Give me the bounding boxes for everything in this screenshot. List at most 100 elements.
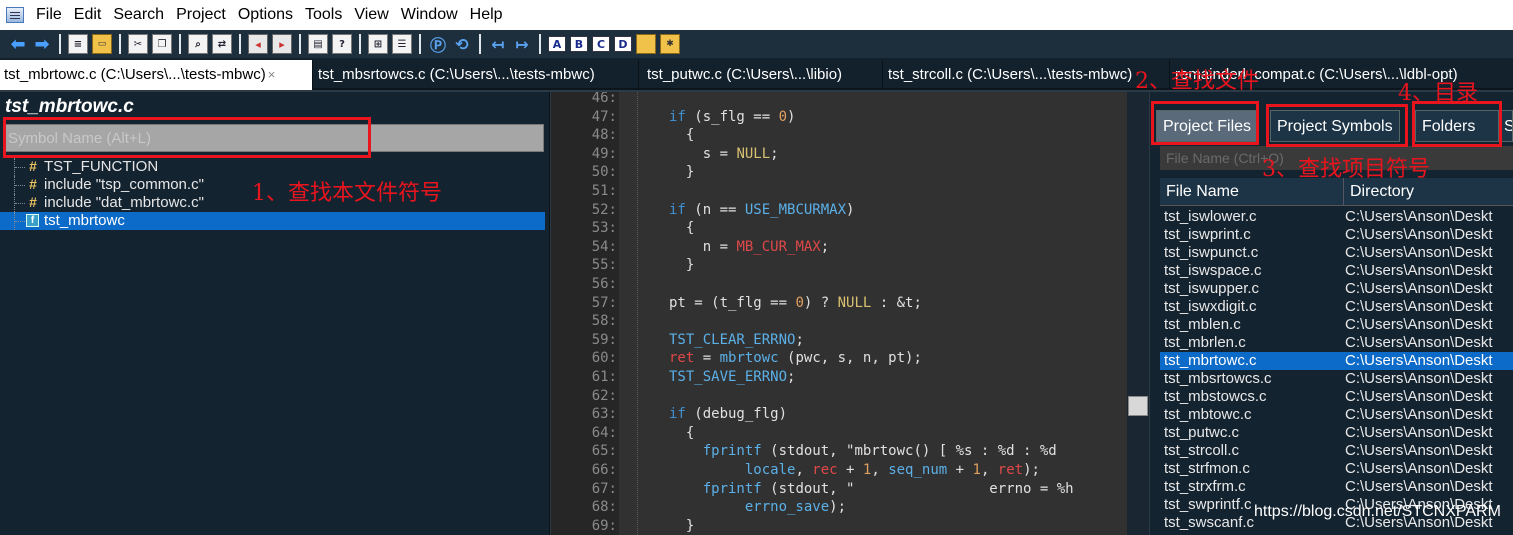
- file-row[interactable]: tst_strxfrm.c C:\Users\Anson\Deskt: [1160, 478, 1513, 496]
- file-directory: C:\Users\Anson\Deskt: [1345, 244, 1493, 261]
- file-directory: C:\Users\Anson\Deskt: [1345, 442, 1493, 459]
- bookmark-a-icon[interactable]: A: [548, 36, 566, 52]
- menu-tools[interactable]: Tools: [299, 0, 348, 30]
- tab-tst-mbrtowc[interactable]: tst_mbrtowc.c (C:\Users\...\tests-mbwc) ×: [0, 60, 313, 90]
- bookmark-next-icon[interactable]: ▸: [272, 34, 292, 54]
- code-line: 58:: [551, 312, 1127, 331]
- code-text: {: [669, 424, 695, 441]
- menu-window[interactable]: Window: [395, 0, 464, 30]
- file-row[interactable]: tst_strfmon.c C:\Users\Anson\Deskt: [1160, 460, 1513, 478]
- file-row[interactable]: tst_mblen.c C:\Users\Anson\Deskt: [1160, 316, 1513, 334]
- line-number: 54:: [591, 238, 617, 255]
- sync-icon[interactable]: ⟲: [452, 34, 472, 54]
- symbol-panel: tst_mbrtowc.c Symbol Name (Alt+L) # TST_F…: [0, 92, 550, 535]
- tab-tst-strcoll[interactable]: tst_strcoll.c (C:\Users\...\tests-mbwc): [884, 60, 1170, 90]
- help-icon[interactable]: ?: [332, 34, 352, 54]
- bookmark-c-icon[interactable]: C: [592, 36, 610, 52]
- code-text: }: [669, 257, 695, 274]
- menu-search[interactable]: Search: [107, 0, 170, 30]
- menu-project[interactable]: Project: [170, 0, 232, 30]
- forward-icon[interactable]: ➡: [32, 34, 52, 55]
- line-number: 52:: [591, 201, 617, 218]
- line-number: 48:: [591, 127, 617, 144]
- indent-right-icon[interactable]: ↦: [512, 34, 532, 54]
- symbol-item[interactable]: # TST_FUNCTION: [0, 158, 545, 176]
- find-icon[interactable]: ⌕: [188, 34, 208, 54]
- file-row[interactable]: tst_mbrlen.c C:\Users\Anson\Deskt: [1160, 334, 1513, 352]
- bookmark-d-icon[interactable]: D: [614, 36, 632, 52]
- file-name: tst_swprintf.c: [1164, 496, 1252, 513]
- code-text: errno_save);: [744, 499, 847, 516]
- code-line: 46:: [551, 92, 1127, 108]
- code-line: 61: TST_SAVE_ERRNO;: [551, 368, 1127, 387]
- line-number: 69:: [591, 517, 617, 534]
- bookmark-b-icon[interactable]: B: [570, 36, 588, 52]
- menu-edit[interactable]: Edit: [68, 0, 108, 30]
- tab-label: tst_putwc.c (C:\Users\...\libio): [647, 66, 843, 83]
- symbol-window-icon[interactable]: ▤: [308, 34, 328, 54]
- hash-icon: #: [29, 176, 37, 192]
- file-row[interactable]: tst_iswprint.c C:\Users\Anson\Deskt: [1160, 226, 1513, 244]
- line-number: 47:: [591, 108, 617, 125]
- cut-icon[interactable]: ✂: [128, 34, 148, 54]
- line-number: 67:: [591, 480, 617, 497]
- symbol-label: include "dat_mbrtowc.c": [44, 194, 204, 211]
- code-text: {: [669, 220, 695, 237]
- tab-tst-putwc[interactable]: tst_putwc.c (C:\Users\...\libio): [643, 60, 883, 90]
- file-row[interactable]: tst_mbrtowc.c C:\Users\Anson\Deskt: [1160, 352, 1513, 370]
- tree-connector: [14, 194, 25, 212]
- file-row[interactable]: tst_iswpunct.c C:\Users\Anson\Deskt: [1160, 244, 1513, 262]
- file-row[interactable]: tst_iswlower.c C:\Users\Anson\Deskt: [1160, 208, 1513, 226]
- replace-icon[interactable]: ⇄: [212, 34, 232, 54]
- layout-split-icon[interactable]: ⊞: [368, 34, 388, 54]
- tab-tst-mbsrtowcs[interactable]: tst_mbsrtowcs.c (C:\Users\...\tests-mbwc…: [314, 60, 639, 90]
- code-text: fprintf (stdout, "mbrtowc() [ %s : %d : …: [702, 443, 1057, 460]
- toolbar-separator: [359, 34, 361, 54]
- open-folder-icon[interactable]: ▭: [92, 34, 112, 54]
- back-icon[interactable]: ⬅: [8, 34, 28, 55]
- new-file-icon[interactable]: ≡: [68, 34, 88, 54]
- line-number: 58:: [591, 313, 617, 330]
- file-row[interactable]: tst_strcoll.c C:\Users\Anson\Deskt: [1160, 442, 1513, 460]
- menu-help[interactable]: Help: [464, 0, 509, 30]
- close-icon[interactable]: ×: [268, 67, 276, 82]
- code-text: TST_CLEAR_ERRNO;: [669, 331, 804, 348]
- folder-star-icon[interactable]: ✱: [660, 34, 680, 54]
- line-number: 55:: [591, 257, 617, 274]
- symbol-label: TST_FUNCTION: [44, 158, 159, 175]
- column-file-name[interactable]: File Name: [1166, 178, 1239, 206]
- code-text: {: [669, 127, 695, 144]
- annotation-text-4: 4、目录: [1398, 81, 1478, 106]
- line-number: 49:: [591, 145, 617, 162]
- symbol-item[interactable]: f tst_mbrtowc: [0, 212, 545, 230]
- editor-scrollbar-thumb[interactable]: [1128, 396, 1148, 416]
- menu-view[interactable]: View: [348, 0, 394, 30]
- menu-options[interactable]: Options: [232, 0, 299, 30]
- copy-icon[interactable]: ❐: [152, 34, 172, 54]
- file-name: tst_strcoll.c: [1164, 442, 1240, 459]
- layout-rows-icon[interactable]: ☰: [392, 34, 412, 54]
- toolbar-separator: [299, 34, 301, 54]
- folder-icon[interactable]: [636, 34, 656, 54]
- tab-more[interactable]: S: [1501, 110, 1513, 142]
- code-editor[interactable]: 46: 47: if (s_flg == 0) 48: {49: s = NULL; 5…: [551, 92, 1127, 535]
- editor-scrollbar[interactable]: [1127, 92, 1149, 535]
- menu-file[interactable]: File: [30, 0, 68, 30]
- file-name: tst_putwc.c: [1164, 424, 1240, 441]
- line-number: 62:: [591, 387, 617, 404]
- tab-label: tst_mbsrtowcs.c (C:\Users\...\tests-mbwc…: [318, 66, 595, 83]
- bookmark-prev-icon[interactable]: ◂: [248, 34, 268, 54]
- file-name: tst_iswpunct.c: [1164, 244, 1259, 261]
- symbol-label: tst_mbrtowc: [44, 212, 125, 229]
- file-row[interactable]: tst_iswspace.c C:\Users\Anson\Deskt: [1160, 262, 1513, 280]
- line-number: 68:: [591, 499, 617, 516]
- project-icon[interactable]: Ⓟ: [428, 34, 448, 55]
- file-row[interactable]: tst_iswupper.c C:\Users\Anson\Deskt: [1160, 280, 1513, 298]
- file-row[interactable]: tst_mbstowcs.c C:\Users\Anson\Deskt: [1160, 388, 1513, 406]
- indent-left-icon[interactable]: ↤: [488, 34, 508, 54]
- file-row[interactable]: tst_mbsrtowcs.c C:\Users\Anson\Deskt: [1160, 370, 1513, 388]
- file-row[interactable]: tst_mbtowc.c C:\Users\Anson\Deskt: [1160, 406, 1513, 424]
- file-row[interactable]: tst_iswxdigit.c C:\Users\Anson\Deskt: [1160, 298, 1513, 316]
- function-icon: f: [26, 214, 39, 227]
- file-row[interactable]: tst_putwc.c C:\Users\Anson\Deskt: [1160, 424, 1513, 442]
